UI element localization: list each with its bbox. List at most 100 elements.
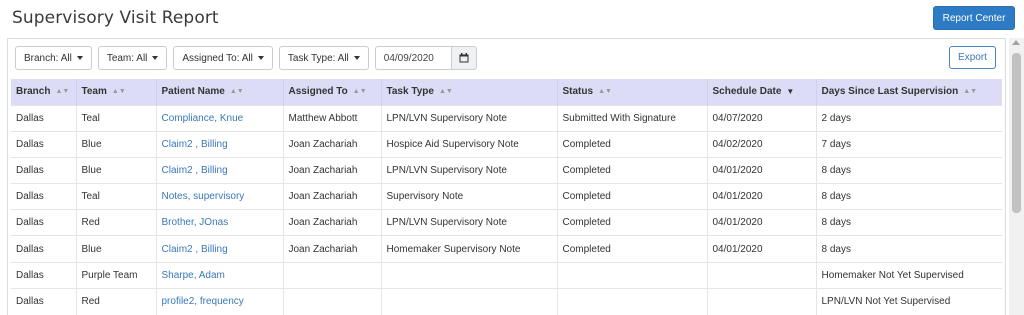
cell-schedule-date [706, 261, 816, 289]
date-picker [374, 46, 477, 70]
patient-link[interactable]: Claim2 , Billing [162, 139, 228, 150]
export-button[interactable]: Export [949, 46, 996, 69]
scrollbar-thumb[interactable] [1012, 53, 1021, 213]
column-header-label: Days Since Last Supervision [821, 86, 959, 98]
table-row: Dallas Blue Claim2 , Billing Joan Zachar… [11, 156, 1002, 184]
team-filter-dropdown[interactable]: Team: All [97, 46, 168, 70]
task-type-filter-dropdown[interactable]: Task Type: All [278, 46, 369, 70]
cell-schedule-date: 04/01/2020 [706, 209, 816, 236]
column-header-label: Task Type [386, 86, 434, 98]
report-center-button[interactable]: Report Center [933, 6, 1015, 30]
patient-link[interactable]: Claim2 , Billing [162, 165, 228, 176]
cell-schedule-date: 04/02/2020 [706, 130, 816, 158]
team-filter-label: Team: All [106, 52, 148, 64]
cell-branch: Dallas [11, 104, 76, 132]
sort-icon: ▲▼ [438, 88, 453, 96]
cell-status: Submitted With Signature [556, 104, 707, 132]
caret-down-icon [76, 56, 83, 60]
patient-link[interactable]: Notes, supervisory [162, 191, 245, 202]
cell-status [556, 261, 707, 289]
column-header-schedule-date[interactable]: Schedule Date ▼ [706, 79, 816, 105]
cell-status: Completed [556, 183, 707, 210]
cell-assigned-to: Joan Zachariah [282, 183, 381, 210]
column-header-days-since-last-supervision[interactable]: Days Since Last Supervision ▲▼ [815, 79, 1002, 105]
cell-status: Completed [556, 235, 707, 263]
column-header-team[interactable]: Team ▲▼ [75, 79, 156, 105]
assigned-to-filter-dropdown[interactable]: Assigned To: All [173, 46, 273, 70]
sort-icon: ▲▼ [352, 88, 367, 96]
cell-status [556, 287, 707, 315]
table-header-row: Branch ▲▼ Team ▲▼ Patient Name ▲▼ Assigned … [11, 79, 1002, 105]
cell-days-since: Homemaker Not Yet Supervised [815, 261, 1002, 289]
sort-icon: ▲▼ [963, 88, 978, 96]
cell-branch: Dallas [11, 235, 76, 263]
assigned-to-filter-label: Assigned To: All [182, 52, 253, 64]
cell-days-since: 8 days [815, 183, 1002, 210]
calendar-icon [459, 53, 469, 63]
cell-patient-name: Claim2 , Billing [155, 156, 283, 184]
cell-task-type: Hospice Aid Supervisory Note [380, 130, 557, 158]
sort-icon: ▲▼ [229, 88, 244, 96]
cell-patient-name: profile2, frequency [155, 287, 283, 315]
table-row: Dallas Teal Notes, supervisory Joan Zach… [11, 183, 1002, 210]
sort-icon: ▲▼ [598, 88, 612, 96]
cell-schedule-date [706, 287, 816, 315]
table-row: Dallas Purple Team Sharpe, Adam Homemake… [11, 261, 1002, 289]
cell-task-type: LPN/LVN Supervisory Note [380, 209, 557, 236]
calendar-button[interactable] [450, 46, 477, 70]
column-header-patient-name[interactable]: Patient Name ▲▼ [155, 79, 283, 105]
scroll-up-arrow-icon[interactable] [1012, 40, 1020, 45]
caret-down-icon [353, 56, 360, 60]
patient-link[interactable]: Claim2 , Billing [162, 244, 228, 255]
cell-assigned-to [282, 287, 381, 315]
cell-schedule-date: 04/01/2020 [706, 156, 816, 184]
cell-patient-name: Notes, supervisory [155, 183, 283, 210]
cell-assigned-to: Joan Zachariah [282, 235, 381, 263]
cell-branch: Dallas [11, 183, 76, 210]
cell-schedule-date: 04/07/2020 [706, 104, 816, 132]
cell-task-type: Supervisory Note [380, 183, 557, 210]
task-type-filter-label: Task Type: All [287, 52, 349, 64]
table-row: Dallas Teal Compliance, Knue Matthew Abb… [11, 104, 1002, 132]
column-header-assigned-to[interactable]: Assigned To ▲▼ [282, 79, 381, 105]
cell-team: Purple Team [75, 261, 156, 289]
filter-toolbar: Branch: All Team: All Assigned To: All T… [15, 46, 477, 70]
cell-days-since: LPN/LVN Not Yet Supervised [815, 287, 1002, 315]
report-table: Branch ▲▼ Team ▲▼ Patient Name ▲▼ Assigned … [11, 79, 1002, 315]
branch-filter-dropdown[interactable]: Branch: All [15, 46, 92, 70]
cell-days-since: 8 days [815, 156, 1002, 184]
cell-team: Red [75, 287, 156, 315]
cell-schedule-date: 04/01/2020 [706, 235, 816, 263]
cell-task-type [380, 287, 557, 315]
cell-patient-name: Sharpe, Adam [155, 261, 283, 289]
cell-branch: Dallas [11, 130, 76, 158]
column-header-branch[interactable]: Branch ▲▼ [11, 79, 76, 105]
cell-days-since: 7 days [815, 130, 1002, 158]
cell-assigned-to: Joan Zachariah [282, 130, 381, 158]
table-row: Dallas Red profile2, frequency LPN/LVN N… [11, 287, 1002, 315]
cell-branch: Dallas [11, 156, 76, 184]
column-header-task-type[interactable]: Task Type ▲▼ [380, 79, 557, 105]
cell-task-type: LPN/LVN Supervisory Note [380, 104, 557, 132]
cell-team: Teal [75, 104, 156, 132]
sort-icon: ▲▼ [55, 88, 70, 96]
patient-link[interactable]: Sharpe, Adam [162, 270, 225, 281]
column-header-label: Branch [16, 86, 51, 98]
patient-link[interactable]: Compliance, Knue [162, 113, 244, 124]
column-header-status[interactable]: Status ▲▼ [556, 79, 707, 105]
date-input[interactable] [374, 46, 451, 70]
column-header-label: Team [81, 86, 107, 98]
cell-days-since: 8 days [815, 235, 1002, 263]
cell-patient-name: Brother, JOnas [155, 209, 283, 236]
cell-days-since: 2 days [815, 104, 1002, 132]
cell-status: Completed [556, 209, 707, 236]
patient-link[interactable]: Brother, JOnas [162, 217, 229, 228]
cell-assigned-to: Joan Zachariah [282, 156, 381, 184]
cell-branch: Dallas [11, 287, 76, 315]
cell-branch: Dallas [11, 209, 76, 236]
cell-task-type [380, 261, 557, 289]
page-title: Supervisory Visit Report [12, 8, 219, 28]
patient-link[interactable]: profile2, frequency [162, 296, 244, 307]
cell-team: Blue [75, 130, 156, 158]
cell-assigned-to [282, 261, 381, 289]
